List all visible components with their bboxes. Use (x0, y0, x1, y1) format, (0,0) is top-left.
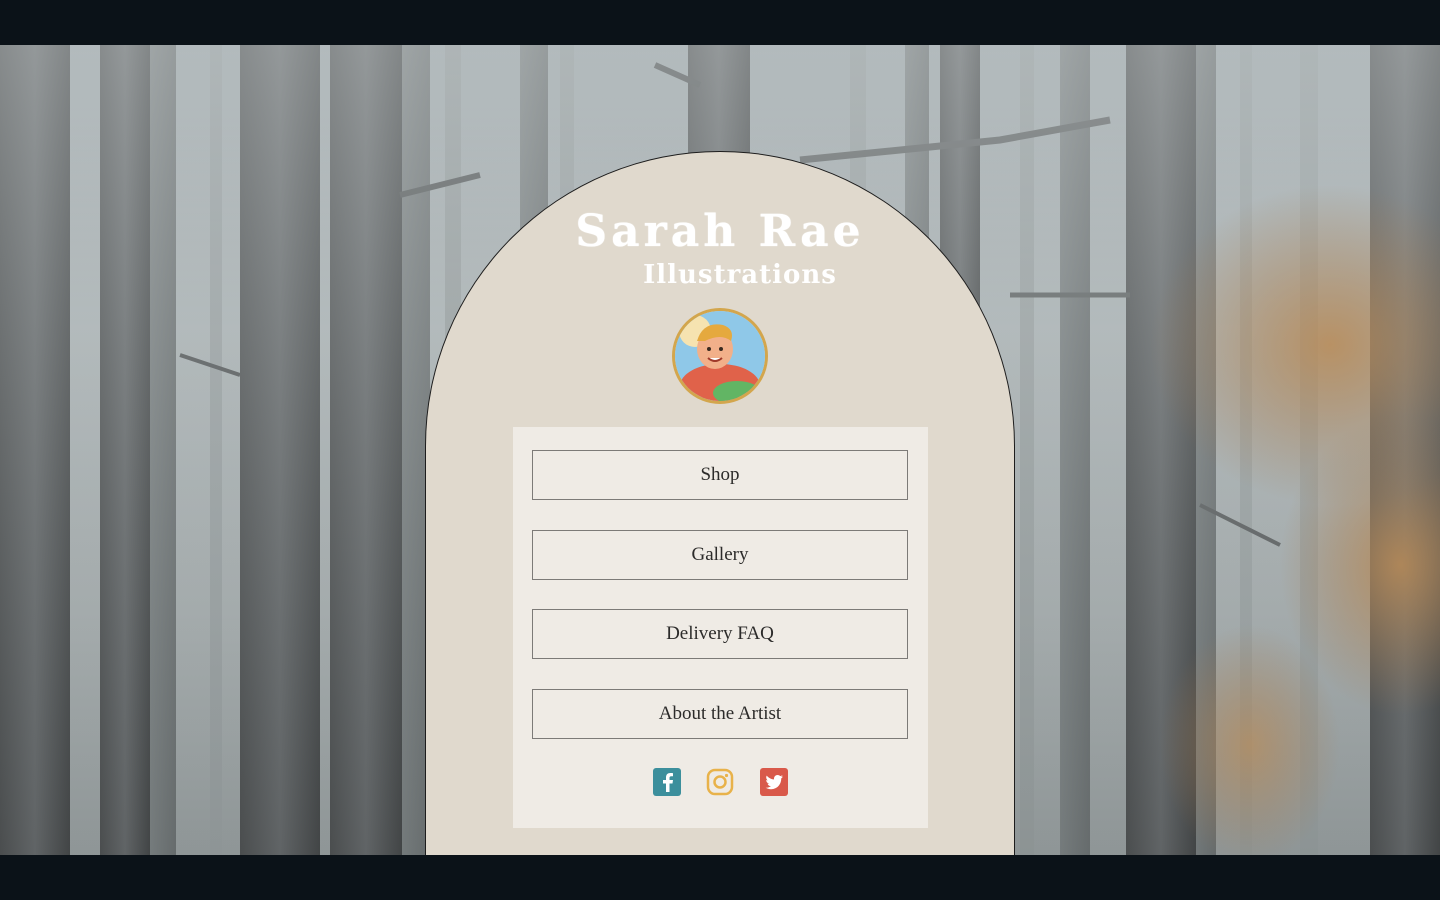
about-artist-label: About the Artist (658, 703, 782, 724)
brand-logo[interactable]: Sarah Rae Illustrations (570, 200, 870, 300)
avatar (672, 308, 768, 404)
delivery-faq-button[interactable]: Delivery FAQ (532, 609, 908, 659)
brand-name: Sarah Rae (575, 206, 865, 257)
gallery-button[interactable]: Gallery (532, 530, 908, 580)
brand-subtitle: Illustrations (643, 260, 837, 290)
twitter-icon[interactable] (760, 768, 788, 796)
delivery-faq-label: Delivery FAQ (666, 623, 774, 644)
about-artist-button[interactable]: About the Artist (532, 689, 908, 739)
shop-label: Shop (700, 464, 740, 485)
shop-button[interactable]: Shop (532, 450, 908, 500)
illustrated-portrait-avatar (675, 311, 765, 401)
facebook-icon[interactable] (653, 768, 681, 796)
letterbox-bottom (0, 855, 1440, 900)
instagram-icon[interactable] (706, 768, 734, 796)
gallery-label: Gallery (691, 544, 749, 565)
letterbox-top (0, 0, 1440, 45)
